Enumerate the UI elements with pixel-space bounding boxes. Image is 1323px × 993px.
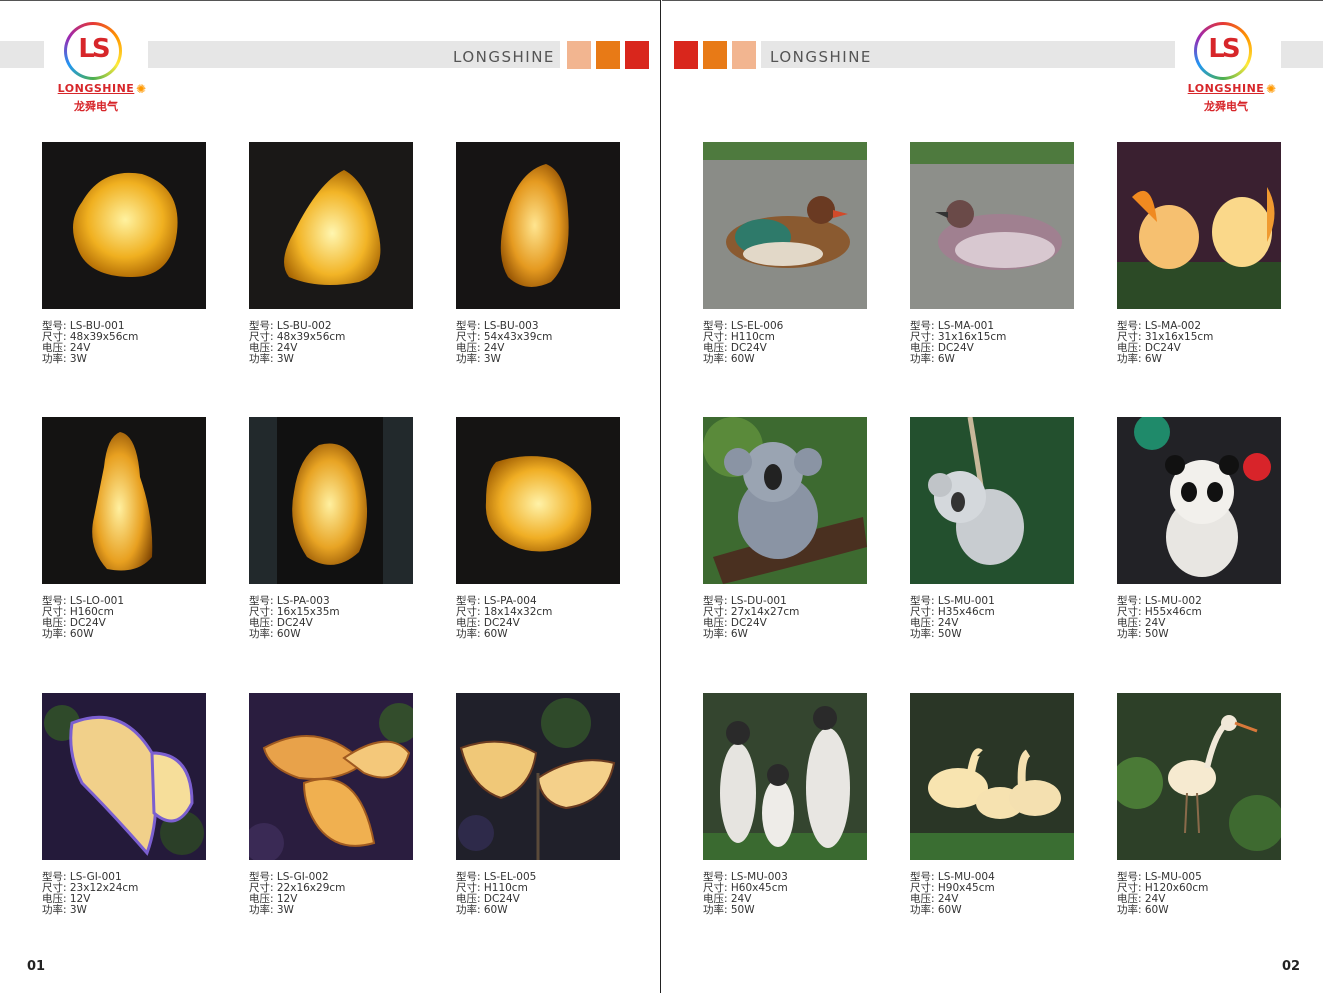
product-photo bbox=[910, 142, 1074, 309]
product-photo bbox=[42, 417, 206, 584]
product-photo bbox=[42, 693, 206, 860]
product-power: 功率: 3W bbox=[249, 353, 294, 365]
product-photo bbox=[703, 142, 867, 309]
company-logo: LS LONGSHINE ✺ 龙舜电气 bbox=[1180, 18, 1280, 118]
accent-square-light bbox=[567, 41, 591, 69]
product-photo bbox=[1117, 142, 1281, 309]
product-power: 功率: 3W bbox=[42, 904, 87, 916]
product-power: 功率: 50W bbox=[910, 628, 962, 640]
header-band-right-stub bbox=[1281, 41, 1323, 68]
product-power: 功率: 60W bbox=[456, 904, 508, 916]
logo-wordmark: LONGSHINE bbox=[1187, 82, 1265, 95]
product-card[interactable]: 型号: LS-MU-005 尺寸: H120x60cm 电压: 24V 功率: … bbox=[1117, 693, 1281, 916]
product-power: 功率: 50W bbox=[1117, 628, 1169, 640]
top-border bbox=[0, 0, 660, 1]
product-power: 功率: 60W bbox=[42, 628, 94, 640]
product-photo bbox=[910, 693, 1074, 860]
top-border bbox=[662, 0, 1323, 1]
product-photo bbox=[703, 417, 867, 584]
product-power: 功率: 50W bbox=[703, 904, 755, 916]
product-power: 功率: 6W bbox=[703, 628, 748, 640]
product-photo bbox=[249, 417, 413, 584]
product-card[interactable]: 型号: LS-MA-002 尺寸: 31x16x15cm 电压: DC24V 功… bbox=[1117, 142, 1281, 365]
accent-square-orange bbox=[596, 41, 620, 69]
product-card[interactable]: 型号: LS-LO-001 尺寸: H160cm 电压: DC24V 功率: 6… bbox=[42, 417, 206, 640]
sun-icon: ✺ bbox=[1266, 82, 1277, 96]
logo-chinese-name: 龙舜电气 bbox=[74, 100, 118, 113]
product-power: 功率: 60W bbox=[249, 628, 301, 640]
page-right: LONGSHINE LS LONGSHINE ✺ 龙舜电气 型号: LS-EL-… bbox=[662, 0, 1323, 993]
product-card[interactable]: 型号: LS-BU-001 尺寸: 48x39x56cm 电压: 24V 功率:… bbox=[42, 142, 206, 365]
product-card[interactable]: 型号: LS-MU-004 尺寸: H90x45cm 电压: 24V 功率: 6… bbox=[910, 693, 1074, 916]
product-photo bbox=[249, 693, 413, 860]
product-photo bbox=[1117, 417, 1281, 584]
accent-square-orange bbox=[703, 41, 727, 69]
accent-square-light bbox=[732, 41, 756, 69]
product-card[interactable]: 型号: LS-PA-003 尺寸: 16x15x35m 电压: DC24V 功率… bbox=[249, 417, 413, 640]
product-photo bbox=[249, 142, 413, 309]
page-number: 02 bbox=[1282, 959, 1301, 974]
header-band-left-stub bbox=[0, 41, 44, 68]
product-card[interactable]: 型号: LS-BU-003 尺寸: 54x43x39cm 电压: 24V 功率:… bbox=[456, 142, 620, 365]
product-card[interactable]: 型号: LS-MU-003 尺寸: H60x45cm 电压: 24V 功率: 5… bbox=[703, 693, 867, 916]
product-power: 功率: 6W bbox=[910, 353, 955, 365]
logo-wordmark: LONGSHINE bbox=[57, 82, 135, 95]
sun-icon: ✺ bbox=[136, 82, 147, 96]
product-photo bbox=[703, 693, 867, 860]
company-logo: LS LONGSHINE ✺ 龙舜电气 bbox=[50, 18, 150, 118]
brand-name: LONGSHINE bbox=[770, 48, 872, 66]
product-photo bbox=[42, 142, 206, 309]
product-card[interactable]: 型号: LS-EL-006 尺寸: H110cm 电压: DC24V 功率: 6… bbox=[703, 142, 867, 365]
product-card[interactable]: 型号: LS-MU-001 尺寸: H35x46cm 电压: 24V 功率: 5… bbox=[910, 417, 1074, 640]
product-power: 功率: 3W bbox=[42, 353, 87, 365]
page-left: LONGSHINE LS LONGSHINE ✺ 龙舜电气 型号: LS-BU-… bbox=[0, 0, 661, 993]
product-card[interactable]: 型号: LS-MA-001 尺寸: 31x16x15cm 电压: DC24V 功… bbox=[910, 142, 1074, 365]
product-card[interactable]: 型号: LS-MU-002 尺寸: H55x46cm 电压: 24V 功率: 5… bbox=[1117, 417, 1281, 640]
product-card[interactable]: 型号: LS-BU-002 尺寸: 48x39x56cm 电压: 24V 功率:… bbox=[249, 142, 413, 365]
product-photo bbox=[456, 142, 620, 309]
brand-name: LONGSHINE bbox=[453, 48, 555, 66]
product-card[interactable]: 型号: LS-EL-005 尺寸: H110cm 电压: DC24V 功率: 6… bbox=[456, 693, 620, 916]
product-power: 功率: 3W bbox=[456, 353, 501, 365]
logo-monogram: LS bbox=[78, 34, 110, 64]
product-power: 功率: 60W bbox=[703, 353, 755, 365]
accent-square-red bbox=[625, 41, 649, 69]
product-power: 功率: 3W bbox=[249, 904, 294, 916]
product-card[interactable]: 型号: LS-GI-001 尺寸: 23x12x24cm 电压: 12V 功率:… bbox=[42, 693, 206, 916]
product-power: 功率: 60W bbox=[1117, 904, 1169, 916]
page-number: 01 bbox=[27, 959, 46, 974]
product-card[interactable]: 型号: LS-PA-004 尺寸: 18x14x32cm 电压: DC24V 功… bbox=[456, 417, 620, 640]
accent-square-red bbox=[674, 41, 698, 69]
product-power: 功率: 6W bbox=[1117, 353, 1162, 365]
product-photo bbox=[910, 417, 1074, 584]
product-card[interactable]: 型号: LS-GI-002 尺寸: 22x16x29cm 电压: 12V 功率:… bbox=[249, 693, 413, 916]
product-photo bbox=[456, 693, 620, 860]
logo-monogram: LS bbox=[1208, 34, 1240, 64]
product-photo bbox=[1117, 693, 1281, 860]
product-power: 功率: 60W bbox=[456, 628, 508, 640]
product-photo bbox=[456, 417, 620, 584]
logo-chinese-name: 龙舜电气 bbox=[1204, 100, 1248, 113]
product-power: 功率: 60W bbox=[910, 904, 962, 916]
product-card[interactable]: 型号: LS-DU-001 尺寸: 27x14x27cm 电压: DC24V 功… bbox=[703, 417, 867, 640]
